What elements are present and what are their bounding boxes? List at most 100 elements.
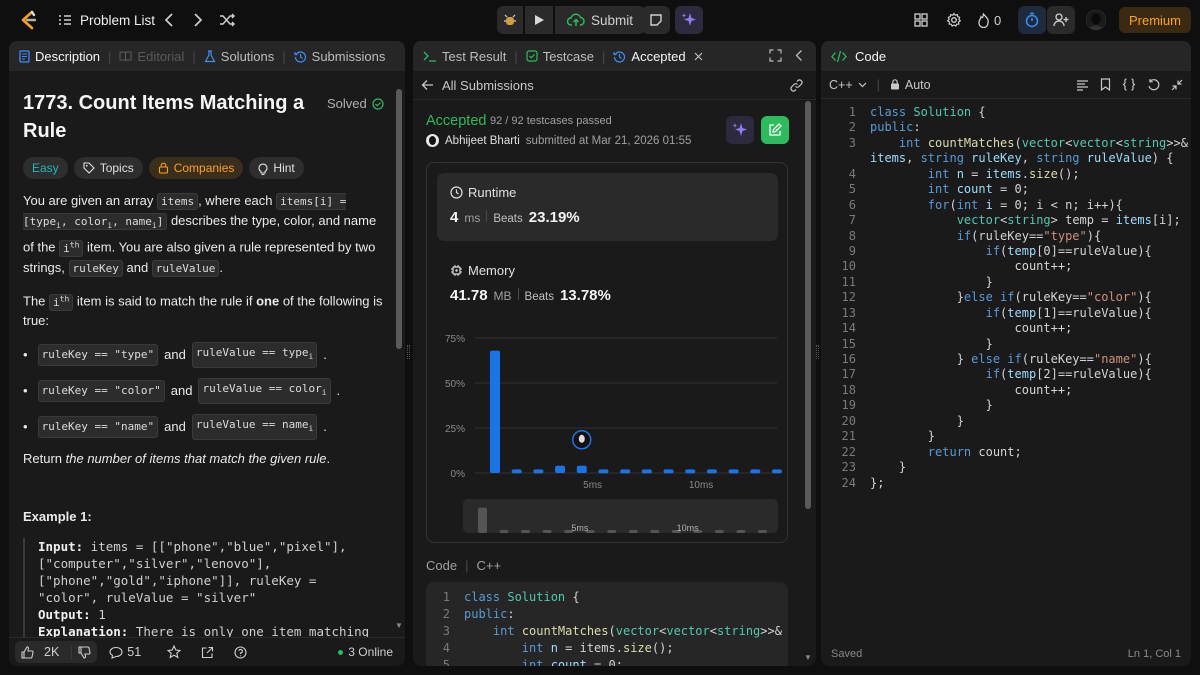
back-arrow-icon[interactable]: [421, 79, 434, 91]
auto-mode-toggle[interactable]: Auto: [890, 78, 931, 92]
comments-button[interactable]: 51: [109, 645, 141, 659]
next-problem-icon[interactable]: [190, 10, 206, 30]
tab-submissions[interactable]: Submissions: [294, 49, 385, 64]
scroll-down-arrow-icon[interactable]: ▼: [804, 653, 812, 662]
bookmark-icon[interactable]: [1100, 78, 1111, 91]
tab-test-result[interactable]: Test Result: [423, 49, 506, 64]
ai-analyze-button[interactable]: [726, 116, 754, 144]
premium-button[interactable]: Premium: [1119, 7, 1191, 33]
problem-list-button[interactable]: Problem List: [58, 10, 155, 30]
line-number: 1: [442, 590, 450, 604]
line-number: 17: [841, 367, 856, 382]
share-icon[interactable]: [201, 646, 214, 659]
chart-bar[interactable]: [685, 469, 696, 474]
collapse-chevron-icon[interactable]: [795, 49, 803, 62]
chart-bar[interactable]: [598, 469, 609, 474]
help-icon[interactable]: [234, 645, 247, 659]
difficulty-tag[interactable]: Easy: [23, 157, 68, 179]
code-line: 5 int count = 0;: [426, 658, 788, 666]
code-panel-header: Code: [821, 41, 1191, 71]
topics-tag[interactable]: Topics: [73, 157, 143, 179]
chart-bar[interactable]: [533, 469, 544, 474]
braces-icon[interactable]: [1122, 78, 1136, 91]
timer-icon[interactable]: [1018, 6, 1046, 34]
chart-bar[interactable]: [641, 469, 652, 474]
chart-bar[interactable]: [490, 350, 500, 473]
mini-chart-bar: [758, 530, 767, 533]
description-footer: 2K 51 3 Online: [9, 637, 405, 666]
description-scrollbar[interactable]: [396, 89, 402, 349]
chart-bar[interactable]: [555, 465, 566, 473]
layout-grid-icon[interactable]: [911, 10, 931, 30]
edit-icon: [768, 123, 782, 137]
code-line: 16 } else if (ruleKey== "name"){: [821, 352, 1191, 367]
line-number: 1: [848, 105, 856, 119]
write-solution-button[interactable]: [761, 116, 789, 144]
streak-counter[interactable]: 0: [977, 10, 1001, 30]
language-select[interactable]: C++: [829, 78, 867, 92]
companies-tag[interactable]: Companies: [148, 157, 244, 179]
code-line: 3 int countMatches(vector < vector < string >…: [821, 136, 1191, 151]
panel-resize-handle-left[interactable]: [407, 345, 410, 359]
submit-button[interactable]: Submit: [555, 6, 646, 34]
user-avatar[interactable]: [1086, 10, 1106, 30]
mini-chart-bar: [499, 530, 509, 533]
leetcode-logo-icon[interactable]: [18, 9, 40, 31]
tab-editorial[interactable]: Editorial: [119, 49, 184, 64]
dislike-button[interactable]: [71, 645, 97, 659]
code-line: 3 int countMatches(vector < vector < string >…: [426, 624, 788, 641]
all-submissions-link[interactable]: All Submissions: [442, 78, 534, 93]
format-icon[interactable]: [1076, 79, 1089, 91]
mini-distribution-chart: 5ms 10ms: [478, 507, 767, 533]
tab-testcase[interactable]: Testcase: [526, 49, 594, 64]
code-panel-title: Code: [855, 48, 887, 64]
code-editor[interactable]: 1 class Solution {2 public:3 int countMatc…: [821, 105, 1191, 491]
chart-range-slider[interactable]: 5ms 10ms: [463, 499, 778, 533]
maximize-icon[interactable]: [769, 49, 782, 62]
y-tick-label: 75%: [445, 334, 465, 345]
submission-scrollbar[interactable]: [805, 101, 811, 509]
chart-bar[interactable]: [576, 465, 587, 473]
like-button[interactable]: 2K: [15, 645, 71, 659]
runtime-value: 4 ms Beats 23.19%: [450, 209, 580, 226]
chart-bar[interactable]: [620, 469, 631, 474]
chart-bar[interactable]: [511, 469, 522, 474]
history-icon: [613, 50, 626, 63]
runtime-card[interactable]: Runtime 4 ms Beats 23.19%: [437, 173, 778, 241]
chart-bar[interactable]: [728, 469, 739, 474]
submitter-name[interactable]: Abhijeet Bharti: [445, 135, 520, 147]
close-tab-icon[interactable]: [694, 52, 703, 61]
line-number: [821, 151, 856, 166]
tab-accepted[interactable]: Accepted: [613, 49, 703, 64]
ai-sparkle-icon[interactable]: [675, 6, 703, 34]
settings-gear-icon[interactable]: [944, 10, 964, 30]
add-friend-icon[interactable]: [1047, 6, 1075, 34]
prev-problem-icon[interactable]: [161, 10, 177, 30]
link-icon[interactable]: [789, 78, 804, 93]
cloud-upload-icon: [567, 13, 585, 27]
chart-bar[interactable]: [663, 469, 674, 474]
mini-chart-bar: [714, 530, 724, 533]
notes-icon[interactable]: [642, 6, 670, 34]
chart-bar[interactable]: [706, 469, 717, 474]
line-number: 8: [848, 228, 856, 243]
hint-tag[interactable]: Hint: [249, 157, 304, 179]
mini-chart-bar: [628, 530, 638, 533]
debug-icon[interactable]: [497, 6, 523, 34]
star-icon[interactable]: [167, 645, 182, 659]
tab-solutions[interactable]: Solutions: [204, 49, 274, 64]
chart-bar[interactable]: [750, 469, 761, 474]
collapse-icon[interactable]: [1171, 79, 1183, 91]
memory-card[interactable]: Memory 41.78 MB Beats 13.78%: [437, 251, 778, 311]
reset-icon[interactable]: [1147, 78, 1160, 91]
tab-description[interactable]: Description: [19, 49, 100, 64]
chart-bar[interactable]: [772, 469, 782, 474]
run-button[interactable]: [525, 6, 553, 34]
scroll-down-arrow-icon[interactable]: ▼: [395, 621, 403, 630]
shuffle-icon[interactable]: [217, 10, 237, 30]
panel-resize-handle-right[interactable]: [816, 345, 819, 359]
submit-label: Submit: [591, 12, 634, 28]
code-line: 13 if(temp [1]==ruleValue){: [821, 306, 1191, 321]
line-number: 18: [841, 382, 856, 397]
line-number: 13: [841, 305, 856, 320]
